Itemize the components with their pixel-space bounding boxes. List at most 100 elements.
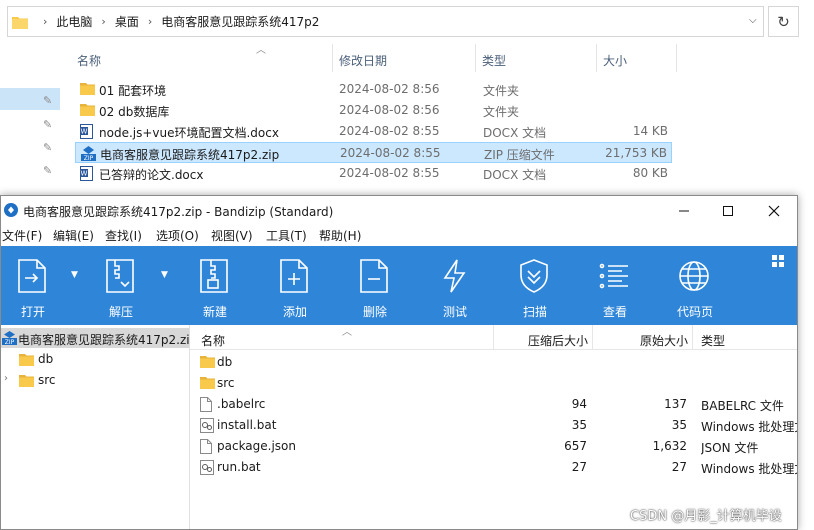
column-header-name[interactable]: 名称 [77,52,101,69]
breadcrumb-separator: › [101,15,106,28]
close-icon [768,205,780,217]
column-header-type[interactable]: 类型 [482,52,506,69]
refresh-button[interactable]: ↻ [768,6,799,37]
column-divider[interactable] [596,44,597,72]
svg-text:W: W [81,128,88,136]
minimize-button[interactable] [661,199,707,223]
word-doc-icon: W [80,124,93,139]
file-row[interactable]: 02 db数据库 2024-08-02 8:56 文件夹 [75,100,672,121]
shield-icon [517,258,551,294]
menu-tools[interactable]: 工具(T) [266,227,307,244]
address-bar[interactable]: › 此电脑 › 桌面 › 电商客服意见跟踪系统417p2 ⌵ [7,6,764,37]
codepage-button[interactable]: 代码页 [663,246,727,325]
bat-file-icon [200,460,214,475]
archive-tree-pane: ZIP 电商客服意见跟踪系统417p2.zi db › src [1,325,190,529]
watermark: CSDN @月影_计算机毕设 [630,509,782,524]
list-item[interactable]: install.bat 35 35 Windows 批处理文件 [190,415,797,436]
folder-icon [200,376,215,389]
tree-item-db[interactable]: db [1,349,189,369]
refresh-icon: ↻ [777,12,790,31]
delete-file-icon [357,258,391,294]
menu-file[interactable]: 文件(F) [2,227,42,244]
file-list-header: ︿ 名称 修改日期 类型 大小 [60,44,814,72]
column-divider[interactable] [493,325,494,349]
folder-icon [80,103,95,116]
list-view-icon [597,258,631,294]
folder-icon [19,353,34,366]
layout-grid-icon[interactable] [772,255,784,267]
new-archive-button[interactable]: 新建 [183,246,247,325]
chevron-down-icon[interactable]: ⌵ [749,15,757,26]
extract-icon [103,258,137,294]
column-divider[interactable] [332,44,333,72]
test-button[interactable]: 测试 [423,246,487,325]
column-divider[interactable] [475,44,476,72]
file-row[interactable]: 01 配套环境 2024-08-02 8:56 文件夹 [75,79,672,100]
column-header-name[interactable]: 名称 [201,332,225,349]
list-item[interactable]: src [190,373,797,394]
list-item[interactable]: run.bat 27 27 Windows 批处理文件 [190,457,797,478]
breadcrumb-item-desktop[interactable]: 桌面 [115,13,139,30]
folder-icon [12,15,28,29]
tree-item-src[interactable]: › src [1,370,189,390]
bandizip-logo-icon [4,203,18,217]
file-row[interactable]: W 已答辩的论文.docx 2024-08-02 8:55 DOCX 文档 80… [75,163,672,184]
delete-button[interactable]: 删除 [343,246,407,325]
file-row[interactable]: W node.js+vue环境配置文档.docx 2024-08-02 8:55… [75,121,672,142]
sort-ascending-icon: ︿ [256,45,266,56]
chevron-right-icon[interactable]: › [4,373,8,384]
column-divider[interactable] [692,325,693,349]
menu-edit[interactable]: 编辑(E) [53,227,94,244]
breadcrumb-item-pc[interactable]: 此电脑 [56,13,92,30]
zip-file-icon: ZIP [2,331,17,345]
navigation-pane: ✎ ✎ ✎ ✎ [0,44,60,195]
word-doc-icon: W [80,166,93,181]
bandizip-window: 电商客服意见跟踪系统417p2.zip - Bandizip (Standard… [0,195,798,530]
close-button[interactable] [751,199,797,223]
column-divider[interactable] [676,44,677,72]
open-button[interactable]: 打开 [1,246,65,325]
extract-button[interactable]: 解压 [89,246,153,325]
scan-button[interactable]: 扫描 [503,246,567,325]
pin-icon[interactable]: ✎ [43,118,52,131]
breadcrumb-separator: › [43,15,48,28]
svg-text:ZIP: ZIP [84,155,94,161]
add-file-icon [277,258,311,294]
pin-icon[interactable]: ✎ [43,94,52,107]
column-header-compressed[interactable]: 压缩后大小 [528,332,588,349]
add-files-button[interactable]: 添加 [263,246,327,325]
bat-file-icon [200,418,214,433]
pin-icon[interactable]: ✎ [43,141,52,154]
list-item[interactable]: db [190,352,797,373]
title-bar[interactable]: 电商客服意见跟踪系统417p2.zip - Bandizip (Standard… [1,196,797,224]
file-explorer-window: › 此电脑 › 桌面 › 电商客服意见跟踪系统417p2 ⌵ ↻ ✎ ✎ ✎ ✎… [0,0,814,195]
column-header-size[interactable]: 大小 [603,52,627,69]
list-item[interactable]: .babelrc 94 137 BABELRC 文件 [190,394,797,415]
file-icon [200,439,212,454]
tree-root-archive[interactable]: ZIP 电商客服意见跟踪系统417p2.zi [1,328,190,348]
folder-icon [19,374,34,387]
folder-icon [200,355,215,368]
file-row-selected[interactable]: ZIP 电商客服意见跟踪系统417p2.zip 2024-08-02 8:55 … [75,142,672,163]
svg-text:W: W [81,170,88,178]
column-header-date[interactable]: 修改日期 [339,52,387,69]
chevron-down-icon[interactable]: ▼ [71,270,78,280]
view-button[interactable]: 查看 [583,246,647,325]
pin-icon[interactable]: ✎ [43,164,52,177]
column-divider[interactable] [592,325,593,349]
breadcrumb-item-folder[interactable]: 电商客服意见跟踪系统417p2 [161,13,319,30]
menu-bar: 文件(F) 编辑(E) 查找(I) 选项(O) 视图(V) 工具(T) 帮助(H… [1,224,797,246]
window-title: 电商客服意见跟踪系统417p2.zip - Bandizip (Standard… [23,205,334,219]
column-header-original[interactable]: 原始大小 [640,332,688,349]
zip-file-icon: ZIP [81,146,96,161]
menu-view[interactable]: 视图(V) [211,227,253,244]
menu-options[interactable]: 选项(O) [156,227,199,244]
maximize-button[interactable] [705,199,751,223]
list-item[interactable]: package.json 657 1,632 JSON 文件 [190,436,797,457]
menu-help[interactable]: 帮助(H) [319,227,361,244]
toolbar: 打开 ▼ 解压 ▼ 新建 添加 删除 测试 扫描 查看 代码页 [1,246,797,325]
menu-find[interactable]: 查找(I) [105,227,142,244]
column-header-type[interactable]: 类型 [701,332,725,349]
svg-text:ZIP: ZIP [5,339,15,345]
chevron-down-icon[interactable]: ▼ [161,270,168,280]
